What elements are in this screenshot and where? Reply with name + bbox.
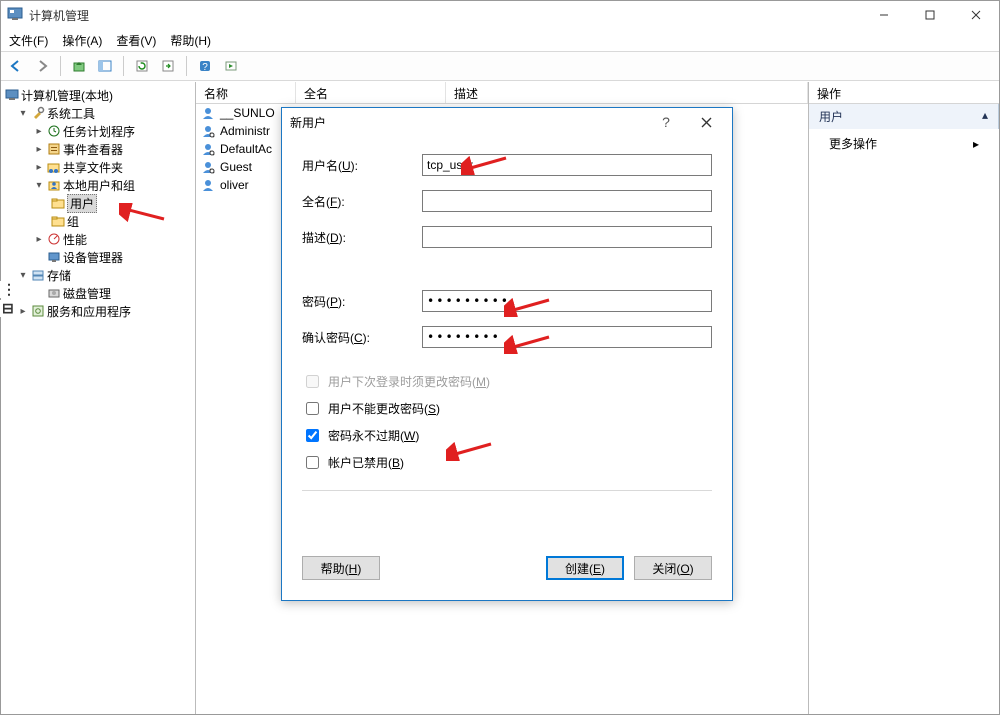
desc-input[interactable] [422,226,712,248]
create-button[interactable]: 创建(E) [546,556,624,580]
dialog-title: 新用户 [290,114,326,131]
username-label: 用户名(U): [302,157,412,174]
chk-disabled-label: 帐户已禁用(B) [328,454,404,471]
password-label: 密码(P): [302,293,412,310]
username-input[interactable] [422,154,712,176]
confirm-input[interactable] [422,326,712,348]
chk-must-change [306,375,319,388]
dialog-close-icon[interactable] [688,108,724,136]
new-user-dialog: 新用户 ? 用户名(U): 全名(F): 描述(D): [281,107,733,601]
chk-cannot-change-label: 用户不能更改密码(S) [328,400,440,417]
password-input[interactable] [422,290,712,312]
desc-label: 描述(D): [302,229,412,246]
fullname-label: 全名(F): [302,193,412,210]
confirm-label: 确认密码(C): [302,329,412,346]
main-window: 计算机管理 文件(F) 操作(A) 查看(V) 帮助(H) ? [0,0,1000,715]
dialog-body: 用户名(U): 全名(F): 描述(D): 密码(P): 确认密码 [282,136,732,556]
chk-disabled[interactable] [306,456,319,469]
chk-never-expire-label: 密码永不过期(W) [328,427,419,444]
dialog-help-icon[interactable]: ? [648,108,684,136]
chk-must-change-label: 用户下次登录时须更改密码(M) [328,373,490,390]
dialog-titlebar: 新用户 ? [282,108,732,136]
dialog-buttons: 帮助(H) 创建(E) 关闭(O) [282,556,732,600]
close-button[interactable]: 关闭(O) [634,556,712,580]
dialog-overlay: 新用户 ? 用户名(U): 全名(F): 描述(D): [1,1,999,714]
chk-never-expire[interactable] [306,429,319,442]
fullname-input[interactable] [422,190,712,212]
chk-cannot-change[interactable] [306,402,319,415]
help-button[interactable]: 帮助(H) [302,556,380,580]
